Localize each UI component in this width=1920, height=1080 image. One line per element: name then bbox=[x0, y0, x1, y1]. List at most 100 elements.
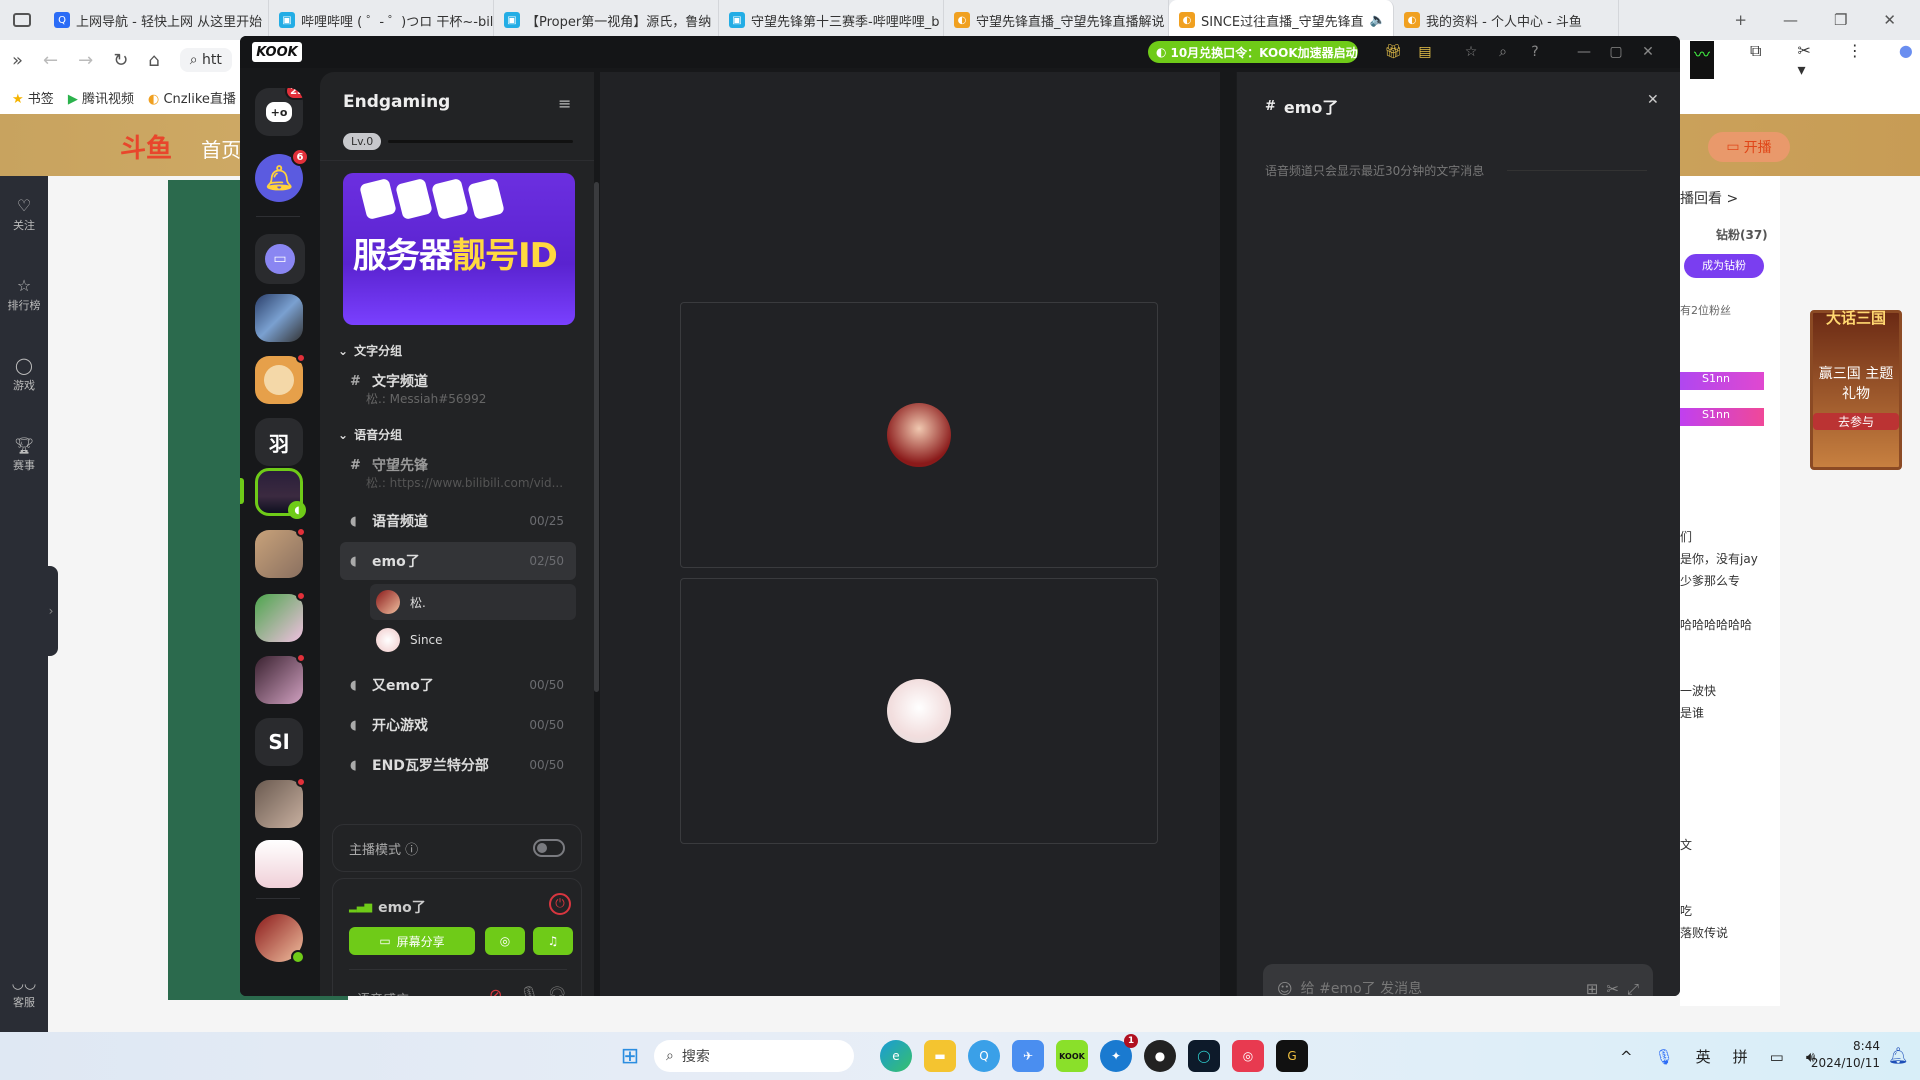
participant-tile[interactable] bbox=[680, 578, 1158, 844]
nav-ranking[interactable]: ☆ 排行榜 bbox=[0, 276, 48, 313]
guild-name[interactable]: Endgaming bbox=[343, 92, 450, 112]
bookmark-item[interactable]: ★ 书签 bbox=[12, 88, 54, 107]
obs-icon[interactable]: ● bbox=[1144, 1040, 1176, 1072]
notifications-button[interactable]: 🔔︎ 6 bbox=[255, 148, 309, 202]
shop-icon[interactable]: ▤ bbox=[1416, 43, 1434, 61]
guild-icon-active[interactable]: ◖ bbox=[255, 468, 306, 519]
bookmark-item[interactable]: ▶ 腾讯视频 bbox=[68, 88, 134, 107]
browser-menu-icon[interactable] bbox=[0, 13, 44, 27]
show-hidden-icons[interactable]: ^ bbox=[1620, 1048, 1633, 1066]
add-attachment-icon[interactable]: ⊞ bbox=[1586, 980, 1599, 996]
gift-icon[interactable]: 🎁︎ bbox=[1384, 43, 1402, 61]
nav-games[interactable]: ◯ 游戏 bbox=[0, 356, 48, 393]
douyu-logo[interactable]: 斗鱼 首页 bbox=[120, 128, 241, 165]
more-menu-icon[interactable]: ⋮ bbox=[1847, 41, 1863, 79]
profile-avatar[interactable]: ● bbox=[1899, 41, 1913, 79]
voice-channel-item[interactable]: ◖ 语音频道 00/25 bbox=[340, 502, 576, 540]
voice-channel-item[interactable]: ◖ 开心游戏 00/50 bbox=[340, 706, 576, 744]
expand-icon[interactable]: ⤢ bbox=[1627, 980, 1639, 996]
guild-icon[interactable] bbox=[255, 353, 306, 404]
muted-speaker-icon[interactable]: 🔈 bbox=[1370, 13, 1386, 28]
taskbar-search[interactable]: ⌕ 搜索 bbox=[654, 1040, 854, 1072]
user-avatar[interactable] bbox=[255, 914, 305, 964]
screen-share-button[interactable]: ▭ 屏幕分享 bbox=[349, 927, 475, 955]
headphones-icon[interactable]: 🎧︎ bbox=[547, 985, 567, 996]
search-icon[interactable]: ⌕ bbox=[1494, 43, 1512, 61]
guild-icon[interactable] bbox=[255, 591, 306, 642]
battlenet-icon[interactable]: ✦ 1 bbox=[1100, 1034, 1138, 1072]
guild-icon[interactable]: Sl bbox=[255, 718, 303, 766]
browser-tab[interactable]: ▣ 哔哩哔哩 ( ゜- ゜)つロ 干杯~-bili bbox=[269, 0, 494, 40]
guild-icon[interactable] bbox=[255, 294, 303, 342]
browser-tab[interactable]: ▣ 【Proper第一视角】源氏，鲁纳 bbox=[494, 0, 719, 40]
participant-tile[interactable] bbox=[680, 302, 1158, 568]
close-window-icon[interactable]: ✕ bbox=[1639, 43, 1657, 61]
expand-sidebar-icon[interactable]: » bbox=[12, 50, 23, 71]
fans-info[interactable]: 有2位粉丝 bbox=[1680, 302, 1731, 318]
guild-icon[interactable] bbox=[255, 840, 303, 888]
guild-menu-icon[interactable]: ≡ bbox=[558, 94, 571, 113]
minimize-icon[interactable]: — bbox=[1575, 43, 1593, 61]
promo-ad[interactable]: 大话三国 赢三国 主题礼物 去参与 bbox=[1810, 309, 1902, 470]
clock[interactable]: 8:44 2024/10/11 bbox=[1810, 1038, 1880, 1072]
channel-scrollbar[interactable] bbox=[594, 182, 599, 692]
network-icon[interactable]: ▭ bbox=[1770, 1048, 1784, 1066]
bookmark-item[interactable]: ◐ Cnzlike直播 bbox=[148, 88, 236, 107]
anchor-mode-toggle[interactable] bbox=[533, 839, 565, 857]
start-stream-button[interactable]: ▭ 开播 bbox=[1708, 132, 1790, 162]
forward-icon[interactable]: → bbox=[78, 50, 93, 71]
scissors-icon[interactable]: ✂▾ bbox=[1797, 41, 1810, 79]
diamond-fans-tab[interactable]: 钻粉(37) bbox=[1716, 226, 1768, 243]
nav-follow[interactable]: ♡ 关注 bbox=[0, 196, 48, 233]
feishu-icon[interactable]: ✈ bbox=[1012, 1040, 1044, 1072]
guild-icon[interactable] bbox=[255, 777, 306, 828]
category-voice-group[interactable]: ⌄ 语音分组 bbox=[338, 426, 402, 443]
url-input[interactable]: ⌕ htt bbox=[179, 48, 232, 72]
guild-icon[interactable] bbox=[255, 653, 306, 704]
guild-icon[interactable]: 羽 bbox=[255, 418, 303, 466]
voice-channel-item[interactable]: ◖ END瓦罗兰特分部 00/50 bbox=[340, 746, 576, 784]
screen-capture-icon[interactable]: ⧉ bbox=[1750, 41, 1761, 79]
nav-customer-service[interactable]: ◡◡ 客服 bbox=[0, 976, 48, 1010]
app-icon[interactable]: G bbox=[1276, 1040, 1308, 1072]
close-chat-icon[interactable]: ✕ bbox=[1647, 92, 1659, 108]
guild-icon[interactable] bbox=[255, 527, 306, 578]
become-diamond-button[interactable]: 成为钻粉 bbox=[1684, 254, 1764, 278]
browser-tab[interactable]: ◐ 守望先锋直播_守望先锋直播解说 bbox=[944, 0, 1169, 40]
start-button[interactable]: ⊞ bbox=[614, 1040, 646, 1072]
microphone-icon[interactable]: 🎙︎ bbox=[1655, 1048, 1674, 1066]
nav-events[interactable]: 🏆︎ 赛事 bbox=[0, 436, 48, 473]
promo-banner[interactable]: ◐ 10月兑换口令：KOOK加速器启动 bbox=[1148, 41, 1358, 63]
home-icon[interactable]: ⌂ bbox=[148, 50, 159, 71]
browser-tab-active[interactable]: ◐SINCE过往直播_守望先锋直🔈✕ bbox=[1169, 0, 1394, 40]
music-disc-button[interactable]: ◎ bbox=[485, 927, 525, 955]
microphone-icon[interactable]: 🎙︎ bbox=[519, 985, 539, 996]
back-icon[interactable]: ← bbox=[43, 50, 58, 71]
voice-member[interactable]: 松. bbox=[370, 584, 576, 620]
minimize-icon[interactable]: — bbox=[1783, 11, 1798, 29]
help-icon[interactable]: ? bbox=[1526, 43, 1544, 61]
voice-member[interactable]: Since bbox=[370, 622, 576, 658]
edge-icon[interactable]: e bbox=[880, 1040, 912, 1072]
notification-bell-icon[interactable]: 🔔︎ bbox=[1888, 1046, 1908, 1065]
voice-channel-item-selected[interactable]: ◖ emo了 02/50 bbox=[340, 542, 576, 580]
reload-icon[interactable]: ↻ bbox=[113, 50, 128, 71]
new-tab-icon[interactable]: + bbox=[1734, 11, 1747, 29]
netease-music-icon[interactable]: ◎ bbox=[1232, 1040, 1264, 1072]
file-explorer-icon[interactable]: ▬ bbox=[924, 1040, 956, 1072]
emoji-icon[interactable]: ☺ bbox=[1277, 980, 1293, 996]
extension-icon[interactable]: 〰 bbox=[1690, 41, 1715, 79]
close-window-icon[interactable]: ✕ bbox=[1883, 11, 1896, 29]
voice-channel-item[interactable]: ◖ 又emo了 00/50 bbox=[340, 666, 576, 704]
star-icon[interactable]: ☆ bbox=[1462, 43, 1480, 61]
ad-join-button[interactable]: 去参与 bbox=[1813, 413, 1899, 430]
browser-tab[interactable]: ◐ 我的资料 - 个人中心 - 斗鱼 bbox=[1394, 0, 1619, 40]
direct-messages-button[interactable]: +o 25 bbox=[255, 88, 303, 136]
noise-suppression-off-icon[interactable]: ⊘ bbox=[489, 985, 502, 996]
message-input[interactable] bbox=[1300, 981, 1578, 996]
browser-icon[interactable]: Q bbox=[968, 1040, 1000, 1072]
soundboard-button[interactable]: ♫ bbox=[533, 927, 573, 955]
maximize-icon[interactable]: ▢ bbox=[1607, 43, 1625, 61]
help-icon[interactable]: ⓘ bbox=[405, 843, 418, 858]
expand-nav-handle[interactable]: › bbox=[44, 566, 58, 656]
